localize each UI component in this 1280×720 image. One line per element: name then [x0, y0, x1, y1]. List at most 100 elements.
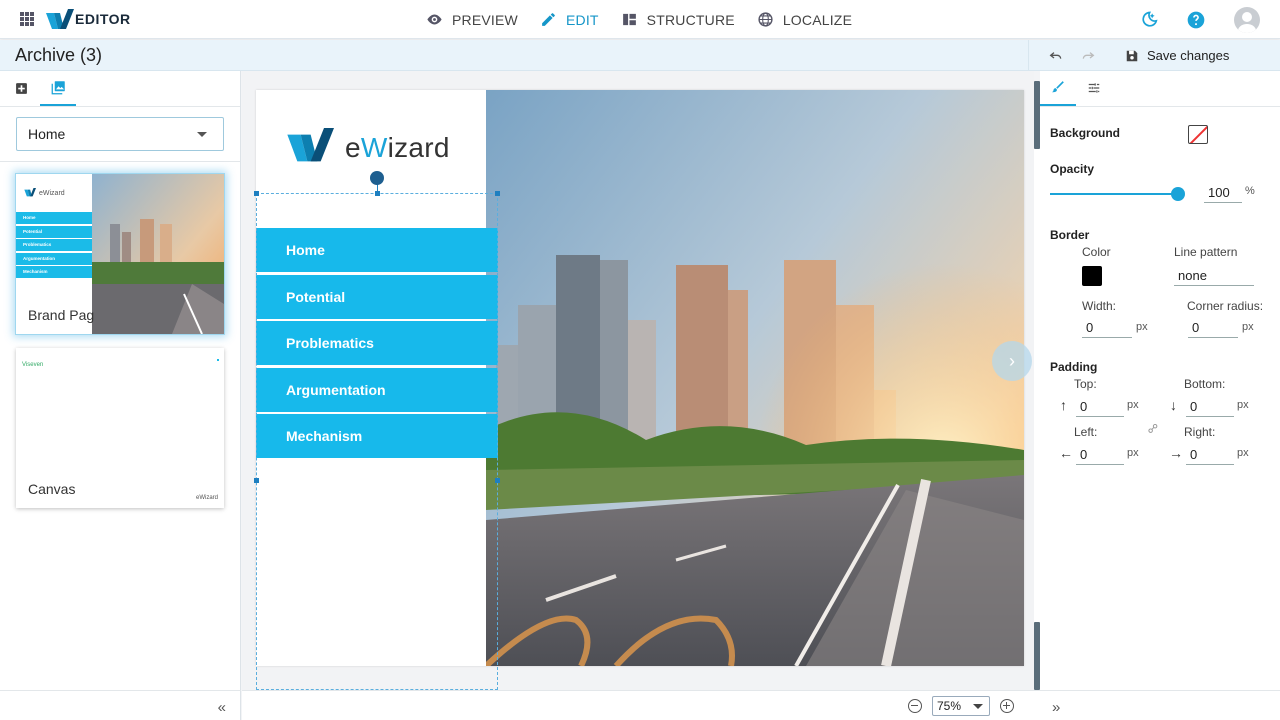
- resize-handle[interactable]: [254, 478, 259, 483]
- thumb-menu-item: Home: [16, 212, 93, 224]
- opacity-slider-thumb[interactable]: [1171, 187, 1185, 201]
- tab-settings[interactable]: [1076, 70, 1112, 106]
- menu-item-problematics[interactable]: Problematics: [256, 321, 498, 366]
- background-label: Background: [1050, 126, 1121, 140]
- resize-handle[interactable]: [495, 478, 500, 483]
- logo-w-icon: [287, 128, 334, 162]
- globe-icon: [758, 12, 773, 27]
- structure-mode-button[interactable]: STRUCTURE: [621, 11, 735, 28]
- line-pattern-select[interactable]: none: [1174, 264, 1254, 286]
- pencil-icon: [542, 13, 555, 26]
- tab-pages[interactable]: [40, 70, 76, 106]
- page-select[interactable]: Home: [16, 117, 224, 151]
- localize-mode-label: LOCALIZE: [782, 11, 853, 28]
- redo-button[interactable]: [1079, 47, 1097, 65]
- background-color-swatch[interactable]: [1188, 125, 1208, 144]
- sliders-icon: [1088, 83, 1100, 93]
- slide-thumbnail-canvas[interactable]: Viseven eWizard Canvas: [16, 348, 224, 508]
- zoom-select[interactable]: 75%: [932, 696, 990, 716]
- undo-button[interactable]: [1047, 47, 1065, 65]
- slide-thumbnail-brand-page[interactable]: eWizard Home Potential Problematics Argu…: [16, 174, 224, 334]
- padding-right-value: 0: [1190, 447, 1198, 462]
- opacity-unit: %: [1245, 185, 1255, 197]
- menu-item-mechanism[interactable]: Mechanism: [256, 414, 498, 459]
- zoom-bar: 75%: [242, 690, 1040, 720]
- rotate-handle-icon[interactable]: [370, 171, 384, 185]
- menu-item-home[interactable]: Home: [256, 228, 498, 272]
- border-width-input[interactable]: 0: [1082, 316, 1132, 338]
- resize-handle[interactable]: [254, 191, 259, 196]
- padding-bottom-input[interactable]: 0: [1186, 395, 1234, 417]
- collapse-left-icon[interactable]: «: [218, 699, 226, 716]
- corner-radius-label: Corner radius:: [1187, 299, 1264, 313]
- save-changes-button[interactable]: Save changes: [1125, 48, 1229, 63]
- border-width-label: Width:: [1082, 299, 1117, 313]
- top-right-actions: [1138, 0, 1260, 39]
- menu-item-potential[interactable]: Potential: [256, 274, 498, 319]
- zoom-in-icon[interactable]: [1000, 699, 1014, 713]
- logo-rest: izard: [387, 132, 450, 163]
- border-color-label: Color: [1082, 245, 1111, 259]
- padding-label: Padding: [1050, 360, 1098, 374]
- divider: [0, 161, 240, 162]
- properties-footer: »: [1040, 690, 1280, 720]
- logo-w-icon: [24, 188, 36, 197]
- expand-right-icon[interactable]: »: [1052, 699, 1060, 716]
- opacity-input[interactable]: 100: [1204, 181, 1242, 203]
- link-icon[interactable]: ⚯: [1144, 419, 1163, 438]
- corner-radius-value: 0: [1192, 320, 1200, 335]
- padding-bottom-label: Bottom:: [1184, 377, 1226, 391]
- tab-add-elements[interactable]: [10, 70, 32, 106]
- padding-left-input[interactable]: 0: [1076, 443, 1124, 465]
- arrow-up-icon: ↑: [1060, 397, 1067, 413]
- zoom-out-icon[interactable]: [908, 699, 922, 713]
- page-select-value: Home: [28, 126, 66, 142]
- thumb-menu-item: Problematics: [16, 239, 93, 251]
- preview-mode-button[interactable]: PREVIEW: [426, 11, 518, 28]
- apps-grid-icon[interactable]: [20, 12, 34, 26]
- opacity-slider[interactable]: [1050, 193, 1178, 195]
- top-bar: EDITOR PREVIEW EDIT STRUCTURE LOCALIZE: [0, 0, 1280, 39]
- padding-right-label: Right:: [1184, 425, 1216, 439]
- logo-e: e: [345, 132, 361, 163]
- thumb-menu-item: Mechanism: [16, 266, 93, 278]
- brush-icon: [1052, 81, 1064, 93]
- structure-icon: [622, 13, 636, 26]
- resize-handle[interactable]: [495, 191, 500, 196]
- chevron-down-icon: [973, 704, 983, 709]
- sidebar-tabs: [0, 71, 240, 107]
- edit-mode-button[interactable]: EDIT: [540, 11, 599, 28]
- thumb-menu-item: Argumentation: [16, 252, 93, 265]
- help-icon[interactable]: [1186, 10, 1206, 30]
- localize-mode-button[interactable]: LOCALIZE: [757, 11, 852, 28]
- border-width-value: 0: [1086, 320, 1094, 335]
- logo-w: W: [360, 132, 388, 163]
- thumb-logo-bottom: eWizard: [195, 495, 218, 501]
- save-icon: [1126, 50, 1138, 61]
- page-title: Archive (3): [15, 45, 103, 65]
- thumbnail-label: Canvas: [28, 481, 76, 497]
- next-slide-button[interactable]: ›: [992, 341, 1032, 381]
- corner-radius-input[interactable]: 0: [1188, 316, 1238, 338]
- undo-icon: [1049, 51, 1062, 59]
- city-road-photo[interactable]: [486, 90, 1024, 666]
- border-color-swatch[interactable]: [1082, 266, 1102, 286]
- slide-menu: Home Potential Problematics Argumentatio…: [256, 228, 498, 461]
- unit-px: px: [1127, 447, 1139, 459]
- unit-px: px: [1237, 447, 1249, 459]
- padding-right-input[interactable]: 0: [1186, 443, 1234, 465]
- add-box-icon: [15, 82, 27, 94]
- sidebar-footer: «: [0, 690, 241, 720]
- slide-logo[interactable]: eWizard: [286, 128, 450, 168]
- border-label: Border: [1050, 228, 1090, 242]
- theme-moon-icon[interactable]: [1138, 10, 1158, 30]
- arrow-left-icon: ←: [1059, 445, 1073, 461]
- pages-sidebar: Home eWizard Home Potential Problematics…: [0, 71, 241, 690]
- user-avatar[interactable]: [1234, 6, 1260, 33]
- mode-switcher: PREVIEW EDIT STRUCTURE LOCALIZE: [426, 0, 852, 39]
- padding-top-input[interactable]: 0: [1076, 395, 1124, 417]
- padding-left-value: 0: [1080, 447, 1088, 462]
- tab-style[interactable]: [1040, 70, 1076, 106]
- menu-item-argumentation[interactable]: Argumentation: [256, 367, 498, 412]
- thumbnail-label: Brand Pag: [28, 307, 95, 323]
